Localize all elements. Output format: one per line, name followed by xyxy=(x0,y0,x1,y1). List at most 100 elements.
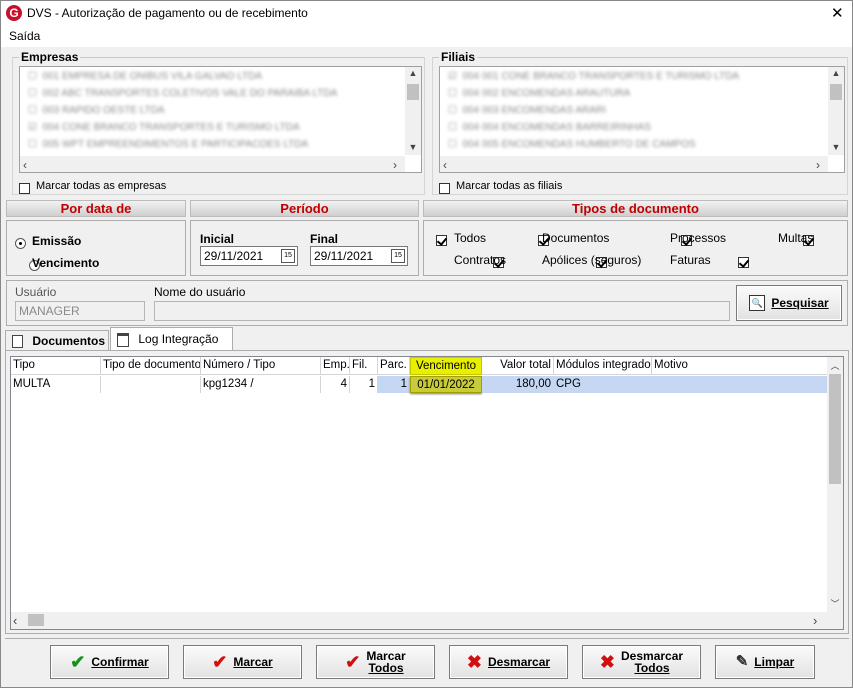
list-item[interactable]: ☐ 004 005 ENCOMENDAS HUMBERTO DE CAMPOS xyxy=(448,139,696,150)
list-item[interactable]: ☐ 003 RAPIDO OESTE LTDA xyxy=(28,105,165,116)
tipos-panel: Todos Documentos Processos Multas Contra… xyxy=(423,220,848,276)
scroll-right-icon[interactable]: › xyxy=(813,613,817,628)
list-item[interactable]: ☑ 004 CONE BRANCO TRANSPORTES E TURISMO … xyxy=(28,122,300,133)
marcar-label: Marcar xyxy=(233,655,273,669)
col-header-modulos[interactable]: Módulos integrados xyxy=(554,357,652,375)
desmarcar-todos-button[interactable]: ✖ Desmarcar Todos xyxy=(582,645,701,679)
desmarcar-todos-line2: Todos xyxy=(634,661,670,675)
emissao-label[interactable]: Emissão xyxy=(32,234,81,248)
list-item[interactable]: ☐ 005 WPT EMPREENDIMENTOS E PARTICIPACOE… xyxy=(28,139,308,150)
marcar-todos-label: Marcar Todos xyxy=(366,650,405,674)
cell-emp: 4 xyxy=(321,376,350,393)
col-header-parc[interactable]: Parc. xyxy=(378,357,410,375)
tipo-contratos-label: Contratos xyxy=(454,253,507,267)
emissao-radio[interactable] xyxy=(15,238,26,250)
list-item[interactable]: ☐ 002 ABC TRANSPORTES COLETIVOS VALE DO … xyxy=(28,88,337,99)
empresas-mark-all-checkbox[interactable] xyxy=(19,183,30,195)
scroll-down-icon[interactable]: ﹀ xyxy=(827,597,843,610)
col-header-fil[interactable]: Fil. xyxy=(350,357,378,375)
col-header-tipo-documento[interactable]: Tipo de documento xyxy=(101,357,201,375)
limpar-button[interactable]: ✎ Limpar xyxy=(715,645,815,679)
por-data-header: Por data de xyxy=(6,200,186,217)
close-icon[interactable]: ✕ xyxy=(831,4,844,22)
horizontal-scrollbar[interactable]: ‹ › xyxy=(20,156,405,172)
scroll-thumb[interactable] xyxy=(830,84,842,100)
vertical-scrollbar[interactable]: ▲ ▼ xyxy=(405,67,421,155)
scroll-up-icon[interactable]: ▲ xyxy=(828,68,844,78)
usuario-input[interactable]: MANAGER xyxy=(15,301,145,321)
confirmar-button[interactable]: ✔ Confirmar xyxy=(50,645,169,679)
empresas-list[interactable]: ☐ 001 EMPRESA DE ONIBUS VILA GALVAO LTDA… xyxy=(19,66,422,173)
list-item[interactable]: ☐ 001 EMPRESA DE ONIBUS VILA GALVAO LTDA xyxy=(28,71,262,82)
desmarcar-label: Desmarcar xyxy=(488,655,551,669)
list-item[interactable]: ☐ 004 003 ENCOMENDAS ARARI xyxy=(448,105,606,116)
tipo-faturas-checkbox[interactable] xyxy=(738,257,750,269)
inicial-label: Inicial xyxy=(200,232,235,246)
check-icon: ✔ xyxy=(345,652,361,672)
marcar-button[interactable]: ✔ Marcar xyxy=(183,645,302,679)
scroll-down-icon[interactable]: ▼ xyxy=(405,142,421,152)
inicial-date-input[interactable]: 29/11/2021 15 xyxy=(200,246,298,266)
col-header-motivo[interactable]: Motivo xyxy=(652,357,827,375)
app-logo-icon: G xyxy=(6,5,22,21)
periodo-panel: Inicial 29/11/2021 15 Final 29/11/2021 1… xyxy=(190,220,419,276)
calendar-icon[interactable]: 15 xyxy=(391,249,405,263)
horizontal-scrollbar[interactable]: ‹ › xyxy=(440,156,828,172)
scroll-right-icon[interactable]: › xyxy=(816,158,820,172)
window-title: DVS - Autorização de pagamento ou de rec… xyxy=(27,6,308,20)
marcar-todos-line2: Todos xyxy=(368,661,404,675)
list-item[interactable]: ☐ 004 004 ENCOMENDAS BARREIRINHAS xyxy=(448,122,651,133)
tab-documentos[interactable]: Documentos xyxy=(5,330,109,352)
vencimento-label[interactable]: Vencimento xyxy=(32,256,99,270)
list-item[interactable]: ☐ 004 002 ENCOMENDAS ARAUTURA xyxy=(448,88,630,99)
scroll-thumb[interactable] xyxy=(28,614,44,626)
limpar-label: Limpar xyxy=(754,655,795,669)
tipo-processos-label: Processos xyxy=(670,231,727,245)
log-grid[interactable]: Tipo Tipo de documento Número / Tipo Emp… xyxy=(10,356,844,630)
check-icon: ✔ xyxy=(70,652,86,672)
scroll-down-icon[interactable]: ▼ xyxy=(828,142,844,152)
tipos-header: Tipos de documento xyxy=(423,200,848,217)
list-item[interactable]: ☑ 004 001 CONE BRANCO TRANSPORTES E TURI… xyxy=(448,71,739,82)
grid-vertical-scrollbar[interactable]: ︿ ﹀ xyxy=(827,357,843,612)
final-date-input[interactable]: 29/11/2021 15 xyxy=(310,246,408,266)
col-header-vencimento[interactable]: Vencimento xyxy=(410,357,482,375)
filiais-list[interactable]: ☑ 004 001 CONE BRANCO TRANSPORTES E TURI… xyxy=(439,66,845,173)
filiais-mark-all-label: Marcar todas as filiais xyxy=(456,180,563,192)
scroll-left-icon[interactable]: ‹ xyxy=(23,158,27,172)
confirmar-label: Confirmar xyxy=(91,655,149,669)
tipo-apolices-label: Apólices (seguros) xyxy=(542,253,642,267)
menu-saida[interactable]: Saída xyxy=(9,29,40,43)
col-header-tipo[interactable]: Tipo xyxy=(11,357,101,375)
cell-tipo-documento xyxy=(101,376,201,393)
scroll-right-icon[interactable]: › xyxy=(393,158,397,172)
vertical-scrollbar[interactable]: ▲ ▼ xyxy=(828,67,844,155)
cell-motivo xyxy=(652,376,827,393)
pesquisar-button[interactable]: 🔍 Pesquisar xyxy=(736,285,842,321)
empresas-mark-all-label: Marcar todas as empresas xyxy=(36,180,167,192)
notepad-icon xyxy=(117,332,129,347)
tipo-faturas-label: Faturas xyxy=(670,253,711,267)
tab-log-integracao[interactable]: Log Integração xyxy=(110,327,233,352)
marcar-todos-button[interactable]: ✔ Marcar Todos xyxy=(316,645,435,679)
cell-numero-tipo: kpg1234 / xyxy=(201,376,321,393)
scroll-left-icon[interactable]: ‹ xyxy=(13,613,17,628)
filiais-title: Filiais xyxy=(439,50,478,64)
final-date-value: 29/11/2021 xyxy=(314,249,374,263)
cell-vencimento: 01/01/2022 xyxy=(410,376,482,393)
scroll-up-icon[interactable]: ▲ xyxy=(405,68,421,78)
col-header-numero-tipo[interactable]: Número / Tipo xyxy=(201,357,321,375)
scroll-thumb[interactable] xyxy=(407,84,419,100)
separator xyxy=(5,638,849,639)
grid-horizontal-scrollbar[interactable]: ‹ › xyxy=(11,612,827,629)
tipo-todos-checkbox[interactable] xyxy=(436,235,447,247)
filiais-mark-all-checkbox[interactable] xyxy=(439,183,450,195)
col-header-emp[interactable]: Emp. xyxy=(321,357,350,375)
desmarcar-button[interactable]: ✖ Desmarcar xyxy=(449,645,568,679)
calendar-icon[interactable]: 15 xyxy=(281,249,295,263)
nome-usuario-input[interactable] xyxy=(154,301,730,321)
scroll-thumb[interactable] xyxy=(829,374,841,484)
scroll-left-icon[interactable]: ‹ xyxy=(443,158,447,172)
scroll-up-icon[interactable]: ︿ xyxy=(827,359,843,372)
col-header-valor-total[interactable]: Valor total xyxy=(482,357,554,375)
